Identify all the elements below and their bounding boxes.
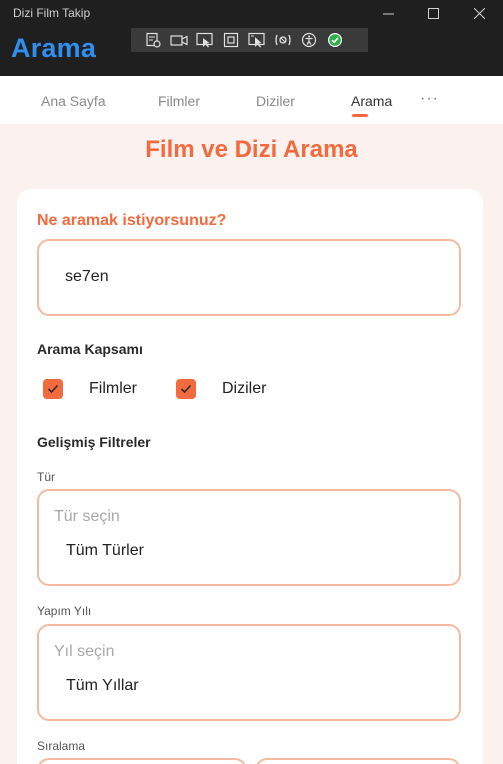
select-element-icon[interactable] [195,30,215,50]
live-visual-tree-icon[interactable] [143,30,163,50]
query-label: Ne aramak istiyorsunuz? [37,212,227,229]
sort-order-select[interactable] [255,758,461,764]
maximize-button[interactable] [410,0,456,26]
nav-item-home[interactable]: Ana Sayfa [41,93,106,109]
page-heading: Arama [11,33,97,63]
top-navigation: Ana Sayfa Filmler Diziler Arama ··· [0,76,503,124]
genre-select-value: Tüm Türler [66,542,144,559]
track-focus-icon[interactable] [247,30,267,50]
nav-more-button[interactable]: ··· [420,90,439,108]
genre-select-placeholder: Tür seçin [54,508,120,525]
checkbox-series-label[interactable]: Diziler [222,380,266,398]
check-status-icon[interactable] [325,30,345,50]
scope-label: Arama Kapsamı [37,341,143,357]
search-title: Film ve Dizi Arama [145,136,358,163]
checkbox-movies-label[interactable]: Filmler [89,380,137,398]
display-layout-icon[interactable] [221,30,241,50]
sort-label: Sıralama [37,739,86,753]
year-select[interactable]: Yıl seçin Tüm Yıllar [37,624,461,721]
search-input-value: se7en [65,268,109,285]
genre-select[interactable]: Tür seçin Tüm Türler [37,489,461,586]
checkbox-movies[interactable] [43,379,63,399]
sort-field-select[interactable] [37,758,247,764]
title-bar: Dizi Film Takip Arama [0,0,503,76]
minimize-button[interactable] [365,0,411,26]
year-label: Yapım Yılı [37,604,92,618]
search-page-content: Film ve Dizi Arama Ne aramak istiyorsunu… [0,124,503,764]
year-select-value: Tüm Yıllar [66,677,139,694]
genre-label: Tür [37,470,55,484]
close-icon [473,7,485,19]
minimize-icon [382,13,394,14]
search-input[interactable]: se7en [37,239,461,316]
nav-item-search[interactable]: Arama [351,93,392,109]
close-button[interactable] [456,0,502,26]
checkmark-icon [47,384,59,394]
maximize-icon [427,7,439,19]
checkbox-series[interactable] [176,379,196,399]
advanced-filters-label: Gelişmiş Filtreler [37,434,151,450]
hot-reload-icon[interactable] [273,30,293,50]
nav-item-movies[interactable]: Filmler [158,93,200,109]
active-tab-indicator [352,114,368,117]
app-title: Dizi Film Takip [13,6,91,20]
video-icon[interactable] [169,30,189,50]
search-form-card: Ne aramak istiyorsunuz? se7en Arama Kaps… [17,189,483,764]
accessibility-icon[interactable] [299,30,319,50]
nav-item-series[interactable]: Diziler [256,93,295,109]
year-select-placeholder: Yıl seçin [54,643,115,660]
checkmark-icon [180,384,192,394]
debug-toolbar [131,28,368,52]
